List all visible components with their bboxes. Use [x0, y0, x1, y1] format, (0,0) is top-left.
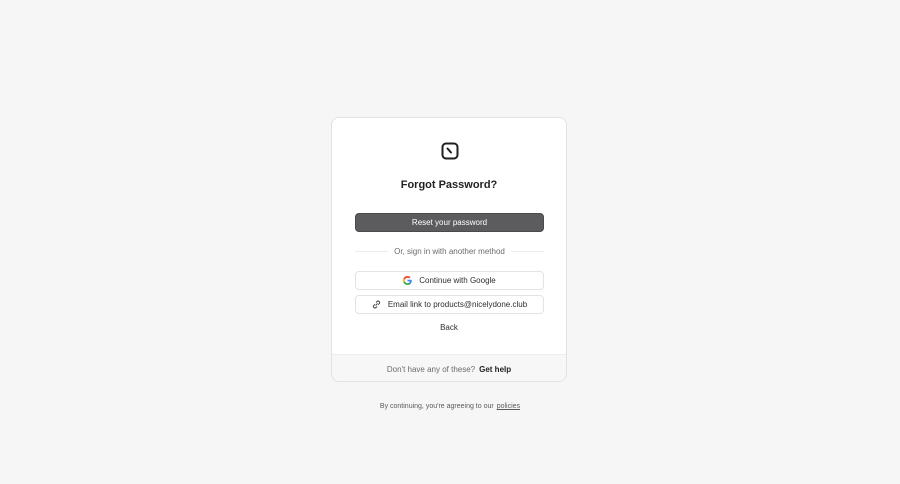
divider-line-right	[510, 250, 545, 252]
email-link-button[interactable]: Email link to products@nicelydone.club	[355, 295, 544, 314]
reset-password-label: Reset your password	[411, 218, 488, 227]
help-prompt: Don't have any of these?	[386, 365, 476, 374]
divider-line-left	[355, 250, 389, 252]
clock-square-icon	[441, 142, 459, 160]
divider-text: Or, sign in with another method	[394, 246, 505, 256]
card-body: Forgot Password? Reset your password Or,…	[332, 118, 566, 354]
google-icon	[403, 276, 413, 285]
google-button-label: Continue with Google	[419, 276, 496, 285]
page-title: Forgot Password?	[400, 179, 498, 191]
method-divider: Or, sign in with another method	[355, 245, 545, 257]
legal-notice: By continuing, you're agreeing to our pol…	[0, 403, 900, 410]
legal-text: By continuing, you're agreeing to our	[379, 403, 494, 410]
reset-password-button[interactable]: Reset your password	[355, 213, 544, 232]
continue-with-google-button[interactable]: Continue with Google	[355, 271, 544, 290]
forgot-password-card: Forgot Password? Reset your password Or,…	[331, 117, 567, 382]
get-help-link[interactable]: Get help	[479, 365, 511, 374]
back-link[interactable]: Back	[332, 323, 566, 332]
link-icon	[372, 300, 380, 309]
card-footer: Don't have any of these? Get help	[332, 354, 566, 381]
policies-link[interactable]: policies	[497, 403, 520, 410]
email-link-label: Email link to products@nicelydone.club	[387, 300, 528, 309]
